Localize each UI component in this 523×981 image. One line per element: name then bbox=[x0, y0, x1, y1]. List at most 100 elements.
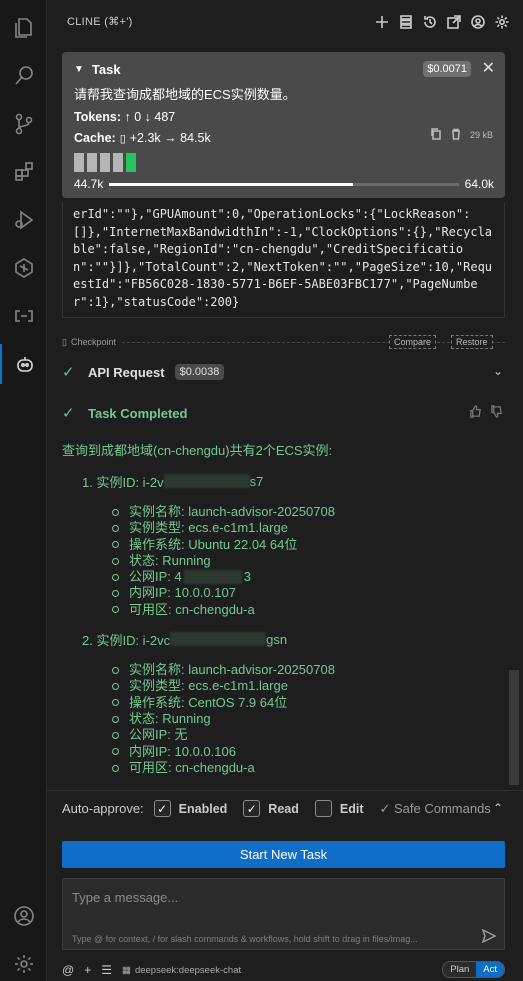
redacted-block bbox=[163, 474, 250, 488]
manage-gear-icon[interactable] bbox=[0, 944, 47, 981]
history-icon[interactable] bbox=[421, 12, 439, 32]
remote-icon[interactable] bbox=[0, 296, 47, 336]
plan-mode-button[interactable]: Plan bbox=[443, 962, 477, 977]
checkpoint-row: ▯ Checkpoint Compare Restore bbox=[62, 335, 505, 349]
explorer-icon[interactable] bbox=[0, 8, 47, 48]
deploy-icon[interactable] bbox=[0, 248, 47, 288]
list-item: 可用区: cn-chengdu-a bbox=[112, 602, 505, 618]
bookmark-icon: ▯ bbox=[62, 336, 67, 347]
cline-bot-icon[interactable] bbox=[0, 344, 47, 384]
list-item: 状态: Running bbox=[112, 711, 505, 727]
cache-value: +2.3k → 84.5k bbox=[129, 131, 211, 145]
redacted-block bbox=[183, 570, 242, 585]
auto-approve-bar: Auto-approve: ✓ Enabled ✓ Read Edit ✓ Sa… bbox=[47, 790, 523, 826]
instance-1-details: 实例名称: launch-advisor-20250708 实例类型: ecs.… bbox=[112, 504, 505, 618]
thumbs-down-icon[interactable] bbox=[490, 405, 503, 421]
list-item: 实例名称: launch-advisor-20250708 bbox=[112, 504, 505, 520]
safe-commands-option[interactable]: ✓ Safe Commands bbox=[379, 801, 490, 817]
auto-approve-edit-checkbox[interactable]: Edit bbox=[314, 800, 363, 817]
context-bar-fill bbox=[109, 182, 354, 186]
cache-db-icon: ▯ bbox=[119, 132, 126, 145]
plan-act-toggle[interactable]: Plan Act bbox=[442, 961, 505, 978]
checkmark-icon: ✓ bbox=[153, 800, 171, 817]
task-cost-badge: $0.0071 bbox=[423, 61, 471, 77]
list-item: 公网IP: 43 bbox=[112, 569, 505, 585]
result-intro: 查询到成都地域(cn-chengdu)共有2个ECS实例: bbox=[62, 443, 333, 458]
api-request-title: API Request bbox=[88, 364, 165, 380]
new-task-plus-icon[interactable] bbox=[373, 12, 391, 32]
act-mode-button[interactable]: Act bbox=[476, 962, 504, 977]
account-icon[interactable] bbox=[0, 896, 47, 936]
cline-panel: CLINE (⌘+') ▼ Task $0.0071 ✕ 请帮我查询成都地域的E… bbox=[47, 0, 523, 981]
block bbox=[87, 153, 97, 172]
message-hint: Type @ for context, / for slash commands… bbox=[72, 934, 418, 944]
open-external-icon[interactable] bbox=[445, 12, 463, 32]
list-item: 内网IP: 10.0.0.107 bbox=[112, 585, 505, 601]
task-size: 29 kB bbox=[469, 130, 493, 140]
list-item: 操作系统: Ubuntu 22.04 64位 bbox=[112, 537, 505, 553]
restore-button[interactable]: Restore bbox=[451, 335, 493, 349]
block bbox=[113, 153, 123, 172]
list-item: 实例类型: ecs.e-c1m1.large bbox=[112, 520, 505, 536]
compare-button[interactable]: Compare bbox=[389, 335, 437, 349]
checkpoint-blocks bbox=[74, 153, 136, 172]
send-icon[interactable] bbox=[481, 928, 497, 946]
checkpoint-label: Checkpoint bbox=[70, 337, 116, 347]
model-selector[interactable]: ▦ deepseek:deepseek-chat bbox=[122, 965, 241, 976]
close-task-icon[interactable]: ✕ bbox=[482, 58, 495, 78]
at-mention-icon[interactable]: @ bbox=[62, 963, 74, 977]
message-placeholder: Type a message... bbox=[72, 890, 179, 905]
list-item: 实例名称: launch-advisor-20250708 bbox=[112, 662, 505, 678]
instance-2-details: 实例名称: launch-advisor-20250708 实例类型: ecs.… bbox=[112, 662, 505, 776]
thumbs-up-icon[interactable] bbox=[469, 405, 482, 421]
check-icon: ✓ bbox=[62, 405, 75, 422]
block bbox=[74, 153, 84, 172]
model-icon: ▦ bbox=[121, 964, 131, 976]
chat-scrollbar[interactable] bbox=[509, 670, 519, 785]
message-input[interactable]: Type a message... Type @ for context, / … bbox=[62, 878, 505, 950]
delete-trash-icon[interactable] bbox=[450, 128, 462, 142]
context-used: 44.7k bbox=[74, 177, 104, 191]
search-icon[interactable] bbox=[0, 56, 47, 96]
extensions-icon[interactable] bbox=[0, 152, 47, 192]
context-bar bbox=[109, 182, 459, 186]
instance-2-id-suffix: gsn bbox=[266, 631, 288, 647]
mcp-stack-icon[interactable]: ☰ bbox=[101, 963, 112, 977]
source-control-icon[interactable] bbox=[0, 104, 47, 144]
account-circle-icon[interactable] bbox=[469, 12, 487, 32]
chevron-down-icon[interactable]: ⌄ bbox=[493, 364, 503, 378]
start-new-task-button[interactable]: Start New Task bbox=[62, 841, 505, 868]
run-debug-icon[interactable] bbox=[0, 200, 47, 240]
tokens-out: ↓ 487 bbox=[144, 110, 176, 124]
task-label: Task bbox=[91, 61, 121, 77]
instance-2-header: 2. 实例ID: i-2vc gsn bbox=[82, 630, 505, 648]
chevron-up-icon[interactable]: ⌃ bbox=[493, 801, 503, 815]
empty-checkbox-icon bbox=[314, 800, 332, 817]
task-collapse-chevron-icon[interactable]: ▼ bbox=[74, 64, 84, 75]
add-plus-icon[interactable]: + bbox=[84, 963, 91, 977]
mcp-servers-icon[interactable] bbox=[397, 12, 415, 32]
bottom-toolbar: @ + ☰ ▦ deepseek:deepseek-chat Plan Act bbox=[62, 961, 505, 979]
instance-1-header: 1. 实例ID: i-2v s7 bbox=[82, 472, 505, 490]
block bbox=[100, 153, 110, 172]
auto-approve-read-checkbox[interactable]: ✓ Read bbox=[243, 800, 299, 817]
task-completed-row: ✓ Task Completed bbox=[62, 403, 505, 423]
settings-gear-icon[interactable] bbox=[493, 12, 511, 32]
check-icon: ✓ bbox=[62, 364, 75, 381]
panel-header: CLINE (⌘+') bbox=[47, 0, 523, 44]
completion-result: 查询到成都地域(cn-chengdu)共有2个ECS实例: 1. 实例ID: i… bbox=[62, 440, 505, 776]
copy-icon[interactable] bbox=[430, 128, 442, 142]
checkmark-icon: ✓ bbox=[243, 800, 261, 817]
task-text: 请帮我查询成都地域的ECS实例数量。 bbox=[74, 87, 296, 102]
api-request-row[interactable]: ✓ API Request $0.0038 ⌄ bbox=[62, 362, 505, 382]
auto-approve-enabled-checkbox[interactable]: ✓ Enabled bbox=[153, 800, 227, 817]
list-item: 实例类型: ecs.e-c1m1.large bbox=[112, 678, 505, 694]
tokens-in: ↑ 0 bbox=[124, 110, 142, 124]
instance-1-id-prefix: 1. 实例ID: i-2v bbox=[82, 474, 164, 490]
list-item: 状态: Running bbox=[112, 553, 505, 569]
cache-label: Cache: bbox=[74, 131, 116, 145]
context-window: 44.7k 64.0k bbox=[74, 177, 494, 191]
auto-approve-label: Auto-approve: bbox=[62, 801, 144, 816]
list-item: 内网IP: 10.0.0.106 bbox=[112, 744, 505, 760]
instance-1-id-suffix: s7 bbox=[249, 473, 264, 489]
